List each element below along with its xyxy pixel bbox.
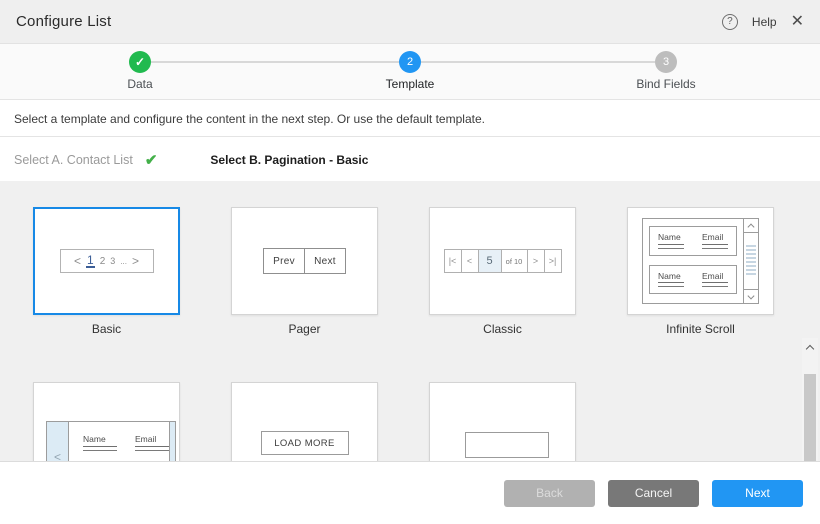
- prev-page-icon: <: [461, 249, 479, 273]
- next-button-preview: Next: [304, 248, 346, 274]
- name-label: Name: [658, 232, 684, 245]
- name-label: Name: [658, 271, 684, 284]
- pager-buttons: Prev Next: [263, 248, 346, 274]
- scrollbar-up-icon[interactable]: [806, 345, 814, 353]
- dialog-footer: Back Cancel Next: [0, 461, 820, 524]
- infinite-scroll-preview: Name Email Name: [642, 218, 759, 304]
- template-card-custom[interactable]: [429, 382, 576, 461]
- current-page-value: 5: [478, 249, 502, 273]
- cancel-button[interactable]: Cancel: [608, 480, 699, 507]
- step-bind-fields-label: Bind Fields: [636, 77, 695, 91]
- header-actions: ? Help ✕: [722, 14, 804, 30]
- text-line: [135, 450, 169, 451]
- instruction-text: Select a template and configure the cont…: [0, 101, 820, 137]
- template-card-classic[interactable]: |< < 5 of 10 > >|: [429, 207, 576, 315]
- gallery-scrollbar[interactable]: [802, 338, 818, 461]
- page-title: Configure List: [16, 13, 111, 30]
- back-button[interactable]: Back: [504, 480, 595, 507]
- help-icon[interactable]: ?: [722, 14, 738, 30]
- step-data-label: Data: [127, 77, 152, 91]
- selection-summary-row: Select A. Contact List ✔ Select B. Pagin…: [0, 138, 820, 181]
- page-2: 2: [100, 256, 106, 267]
- name-field: Name: [658, 271, 684, 288]
- stepper-connector-2: [421, 61, 655, 63]
- load-more-button-preview: LOAD MORE: [261, 431, 349, 455]
- email-label: Email: [702, 271, 728, 284]
- name-label: Name: [83, 434, 117, 447]
- carousel-preview: < Name Email >: [46, 421, 176, 461]
- step-data-circle[interactable]: ✓: [129, 51, 151, 73]
- stepper-connector-1: [151, 61, 399, 63]
- basic-pagination-preview: < 1 2 3 ... >: [60, 249, 154, 273]
- help-button[interactable]: Help: [752, 15, 777, 29]
- next-page-icon: >: [527, 249, 545, 273]
- carousel-record: Name Email: [69, 422, 169, 461]
- classic-preview: |< < 5 of 10 > >|: [430, 208, 575, 314]
- step-template-circle[interactable]: 2: [399, 51, 421, 73]
- last-page-icon: >|: [544, 249, 562, 273]
- email-field: Email: [702, 232, 728, 249]
- carousel-right-icon: >: [169, 422, 176, 461]
- configure-list-dialog: Configure List ? Help ✕ ✓ 2 3 Data Templ…: [0, 0, 820, 524]
- template-label-basic: Basic: [33, 322, 180, 336]
- template-card-basic[interactable]: < 1 2 3 ... >: [33, 207, 180, 315]
- select-b-label: Select B. Pagination - Basic: [210, 153, 368, 167]
- mini-scrollbar-thumb: [746, 245, 756, 277]
- text-line: [658, 286, 684, 287]
- pager-preview: Prev Next: [232, 208, 377, 314]
- chevron-left-icon: <: [74, 255, 81, 267]
- template-label-pager: Pager: [231, 322, 378, 336]
- template-card-infinite-scroll[interactable]: Name Email Name: [627, 207, 774, 315]
- first-page-icon: |<: [444, 249, 462, 273]
- step-bind-fields-circle[interactable]: 3: [655, 51, 677, 73]
- text-line: [702, 248, 728, 249]
- template-card-load-more[interactable]: LOAD MORE: [231, 382, 378, 461]
- carousel-left-icon: <: [47, 422, 69, 461]
- text-line: [83, 450, 117, 451]
- prev-button-preview: Prev: [263, 248, 305, 274]
- page-3: 3: [110, 256, 115, 266]
- text-line: [658, 248, 684, 249]
- page-count-label: of 10: [501, 249, 528, 273]
- email-label: Email: [702, 232, 728, 245]
- page-1: 1: [86, 254, 95, 269]
- record-preview: Name Email: [649, 265, 737, 295]
- mini-scrollbar: [743, 219, 758, 303]
- next-button[interactable]: Next: [712, 480, 803, 507]
- dialog-header: Configure List ? Help ✕: [0, 0, 820, 44]
- record-preview: Name Email: [649, 226, 737, 256]
- email-field: Email: [702, 271, 728, 288]
- name-field: Name: [83, 434, 117, 461]
- wizard-stepper: ✓ 2 3 Data Template Bind Fields: [0, 44, 820, 100]
- template-card-carousel[interactable]: < Name Email >: [33, 382, 180, 461]
- scroll-down-icon: [744, 289, 758, 303]
- chevron-right-icon: >: [132, 255, 139, 267]
- template-card-pager[interactable]: Prev Next: [231, 207, 378, 315]
- record-list: Name Email Name: [643, 219, 743, 303]
- email-label: Email: [135, 434, 169, 447]
- ellipsis: ...: [120, 257, 127, 266]
- template-gallery: < 1 2 3 ... > Basic Prev Next Pager: [0, 181, 820, 461]
- scroll-up-icon: [744, 219, 758, 233]
- template-label-classic: Classic: [429, 322, 576, 336]
- step-template-label: Template: [386, 77, 435, 91]
- empty-box-preview: [465, 432, 549, 458]
- email-field: Email: [135, 434, 169, 461]
- scrollbar-thumb[interactable]: [804, 374, 816, 461]
- close-icon[interactable]: ✕: [791, 14, 804, 30]
- check-icon: ✔: [145, 151, 158, 169]
- classic-pagination-bar: |< < 5 of 10 > >|: [444, 249, 562, 273]
- select-a-label: Select A. Contact List: [14, 153, 133, 167]
- name-field: Name: [658, 232, 684, 249]
- basic-preview: < 1 2 3 ... >: [35, 209, 178, 313]
- template-label-infinite-scroll: Infinite Scroll: [627, 322, 774, 336]
- text-line: [702, 286, 728, 287]
